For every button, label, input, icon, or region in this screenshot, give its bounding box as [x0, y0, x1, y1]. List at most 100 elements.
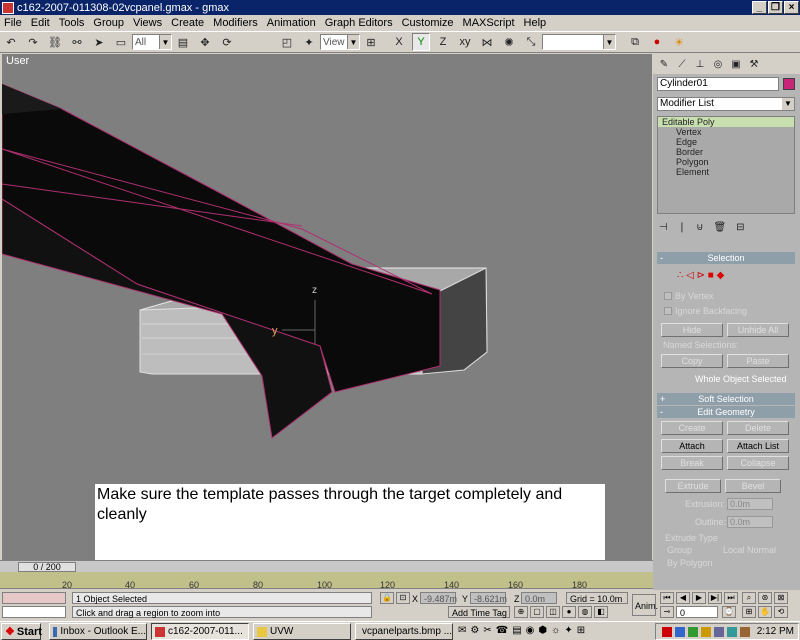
quicklaunch-icon-8[interactable]: ☼ [551, 625, 560, 636]
next-frame-icon[interactable]: ▶| [708, 592, 722, 604]
tray-icon[interactable] [726, 626, 737, 637]
scale-icon[interactable]: ◰ [278, 33, 296, 51]
outline-spinner[interactable]: 0.0m [727, 516, 773, 528]
tray-icon[interactable] [661, 626, 672, 637]
restore-button[interactable]: ❐ [768, 1, 783, 14]
sphere-icon[interactable]: ● [562, 606, 576, 618]
stack-item-edge[interactable]: Edge [658, 137, 794, 147]
attach-list-button[interactable]: Attach List [727, 439, 789, 453]
tray-icon[interactable] [739, 626, 750, 637]
go-to-start-icon[interactable]: ⏮ [660, 592, 674, 604]
quicklaunch-icon-5[interactable]: ▤ [512, 625, 521, 636]
break-button[interactable]: Break [661, 456, 723, 470]
motion-tab-icon[interactable]: ◎ [710, 56, 726, 72]
menu-tools[interactable]: Tools [55, 17, 90, 29]
go-to-end-icon[interactable]: ⏭ [724, 592, 738, 604]
modify-tab-icon[interactable]: ⟋ [674, 56, 690, 72]
selection-rollout-header[interactable]: - Selection [657, 252, 795, 264]
axis-xy-icon[interactable]: xy [456, 33, 474, 51]
y-coordinate-field[interactable]: -8.621m [470, 592, 507, 604]
x-coordinate-field[interactable]: -9.487m [420, 592, 457, 604]
menu-create[interactable]: Create [167, 17, 209, 29]
mirror-icon[interactable]: ⋈ [478, 33, 496, 51]
redo-icon[interactable]: ↷ [24, 33, 42, 51]
tray-icon[interactable] [713, 626, 724, 637]
task-paint[interactable]: vcpanelparts.bmp ... [355, 623, 453, 640]
tray-icon[interactable] [674, 626, 685, 637]
remove-modifier-icon[interactable]: 🗑 [713, 222, 726, 233]
animate-button[interactable]: Anim. [632, 594, 658, 616]
unlink-icon[interactable]: ⚯ [68, 33, 86, 51]
link-icon[interactable]: ⛓ [46, 33, 64, 51]
task-outlook[interactable]: Inbox - Outlook E... [49, 623, 147, 640]
quicklaunch-icon-7[interactable]: ⬢ [538, 625, 547, 636]
task-gmax[interactable]: c162-2007-011... [151, 623, 249, 640]
menu-modifiers[interactable]: Modifiers [209, 17, 263, 29]
extrusion-spinner[interactable]: 0.0m [727, 498, 773, 510]
task-uvw[interactable]: UVW [253, 623, 351, 640]
cube-icon[interactable]: ◫ [546, 606, 560, 618]
stack-item-element[interactable]: Element [658, 167, 794, 177]
quicklaunch-icon-6[interactable]: ◉ [526, 625, 535, 636]
z-coordinate-field[interactable]: 0.0m [521, 592, 557, 604]
axis-z-icon[interactable]: Z [434, 33, 452, 51]
object-name-field[interactable]: Cylinder01 [657, 77, 779, 91]
create-tab-icon[interactable]: ✎ [656, 56, 672, 72]
copy-button[interactable]: Copy [661, 354, 723, 368]
box-icon[interactable]: ▢ [530, 606, 544, 618]
time-slider[interactable]: 0 / 200 [0, 560, 653, 572]
paste-button[interactable]: Paste [727, 354, 789, 368]
cylinder-icon[interactable]: ◍ [578, 606, 592, 618]
maxscript-input-mini[interactable] [2, 606, 66, 618]
time-slider-knob[interactable]: 0 / 200 [18, 562, 76, 572]
absolute-mode-icon[interactable]: ⊡ [396, 592, 410, 604]
maxscript-listener-mini[interactable] [2, 592, 66, 604]
add-time-tag-button[interactable]: Add Time Tag [448, 606, 510, 618]
unhide-all-button[interactable]: Unhide All [727, 323, 789, 337]
menu-maxscript[interactable]: MAXScript [459, 17, 520, 29]
material-editor-icon[interactable]: ● [648, 33, 666, 51]
undo-icon[interactable]: ↶ [2, 33, 20, 51]
utilities-tab-icon[interactable]: ⚒ [746, 56, 762, 72]
axis-x-icon[interactable]: X [390, 33, 408, 51]
zoom-extents-icon[interactable]: ⊠ [774, 592, 788, 604]
make-unique-icon[interactable]: ⊍ [696, 222, 703, 233]
soft-selection-rollout-header[interactable]: + Soft Selection [657, 393, 795, 405]
pivot-icon[interactable]: ✦ [300, 33, 318, 51]
zoom-icon[interactable]: ⌕ [742, 592, 756, 604]
select-object-icon[interactable]: ➤ [90, 33, 108, 51]
field-icon[interactable]: ◧ [594, 606, 608, 618]
bevel-button[interactable]: Bevel [725, 479, 781, 493]
arc-rotate-icon[interactable]: ⟲ [774, 606, 788, 618]
delete-button[interactable]: Delete [727, 421, 789, 435]
quicklaunch-icon-9[interactable]: ✦ [564, 625, 572, 636]
close-button[interactable]: × [784, 1, 799, 14]
schematic-icon[interactable]: ⧉ [626, 33, 644, 51]
quicklaunch-icon-10[interactable]: ⊞ [577, 625, 585, 636]
pin-stack-icon[interactable]: ⊣ [659, 222, 668, 233]
move-icon[interactable]: ✥ [196, 33, 214, 51]
tray-icon[interactable] [700, 626, 711, 637]
track-bar[interactable]: 20 40 60 80 100 120 140 160 180 [0, 572, 653, 590]
display-tab-icon[interactable]: ▣ [728, 56, 744, 72]
key-mode-icon[interactable]: ⊕ [514, 606, 528, 618]
menu-animation[interactable]: Animation [263, 17, 321, 29]
subobject-icons[interactable]: ∴ ◁ ⊳ ■ ◆ [677, 270, 724, 281]
previous-frame-icon[interactable]: ◀ [676, 592, 690, 604]
pan-icon[interactable]: ✋ [758, 606, 772, 618]
region-select-icon[interactable]: ▭ [112, 33, 130, 51]
collapse-button[interactable]: Collapse [727, 456, 789, 470]
ref-coord-dropdown[interactable]: View ▼ [320, 34, 360, 50]
rotate-icon[interactable]: ⟳ [218, 33, 236, 51]
named-selection-dropdown[interactable]: ▼ [542, 34, 616, 50]
quicklaunch-icon-1[interactable]: ✉ [458, 625, 466, 636]
menu-edit[interactable]: Edit [27, 17, 55, 29]
zoom-region-icon[interactable]: ⊞ [742, 606, 756, 618]
array-icon[interactable]: ✺ [500, 33, 518, 51]
viewport-label[interactable]: User [6, 55, 29, 67]
menu-help[interactable]: Help [520, 17, 552, 29]
time-config-icon[interactable]: ⌚ [722, 606, 736, 618]
configure-sets-icon[interactable]: ⊟ [736, 222, 744, 233]
quicklaunch-icon-4[interactable]: ☎ [496, 625, 508, 636]
use-center-icon[interactable]: ⊞ [362, 33, 380, 51]
